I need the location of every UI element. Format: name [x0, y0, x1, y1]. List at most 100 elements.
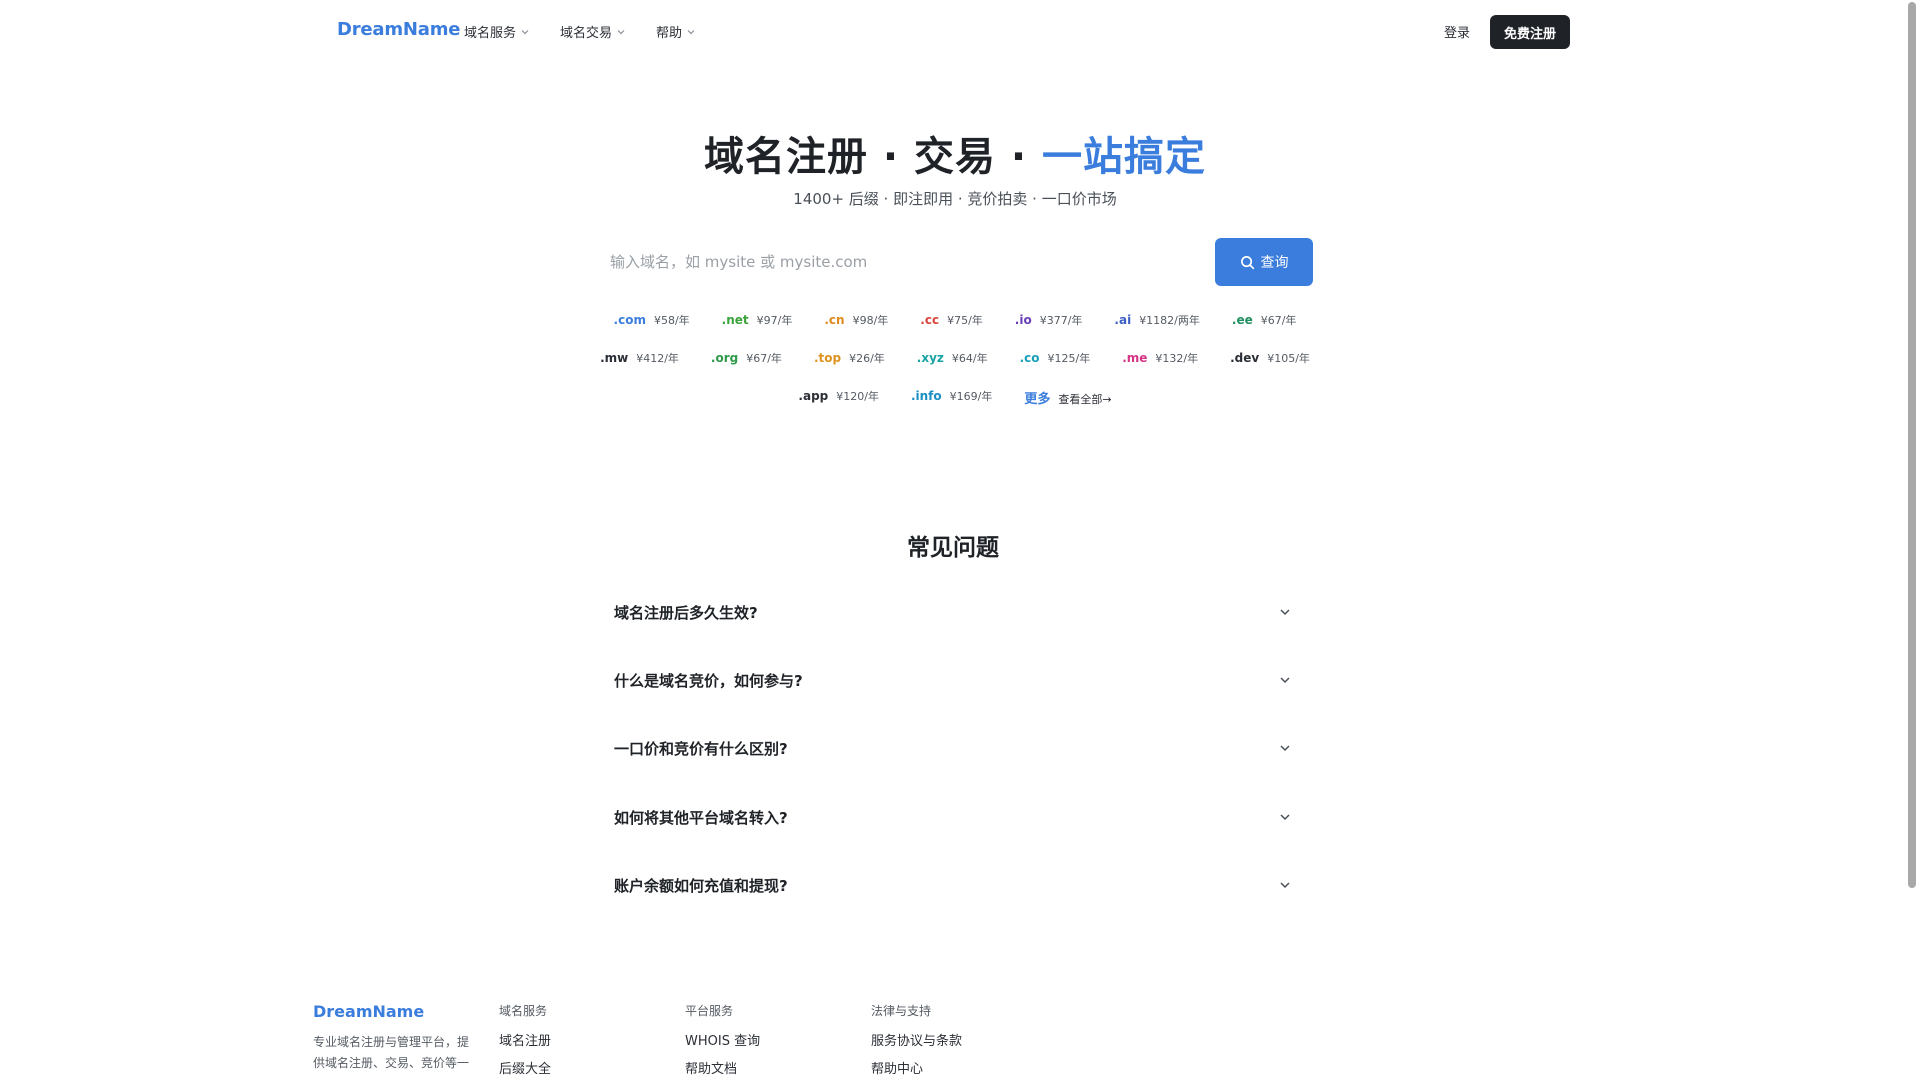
tld-price-item[interactable]: .co ¥125/年	[1020, 350, 1091, 366]
tld-price: ¥132/年	[1155, 352, 1199, 365]
faq-item[interactable]: 域名注册后多久生效?	[614, 592, 1294, 632]
nav-domain-trading[interactable]: 域名交易	[560, 22, 626, 41]
tld-price: ¥169/年	[949, 390, 993, 403]
tld-price-item[interactable]: .io ¥377/年	[1015, 312, 1083, 328]
tld-extension: .me	[1122, 351, 1148, 365]
hero-subtitle: 1400+ 后缀 · 即注即用 · 竞价拍卖 · 一口价市场	[793, 190, 1117, 208]
tld-extension: .app	[798, 389, 829, 403]
tld-price: ¥120/年	[836, 390, 879, 403]
chevron-down-icon	[1280, 882, 1290, 889]
faq-item[interactable]: 如何将其他平台域名转入?	[614, 797, 1294, 837]
search-icon	[1240, 255, 1254, 269]
footer-description: 专业域名注册与管理平台，提供域名注册、交易、竞价等一	[313, 1035, 470, 1070]
footer-link[interactable]: 帮助文档	[685, 1058, 760, 1077]
tld-price: ¥125/年	[1047, 352, 1091, 365]
tld-price-item[interactable]: .ee ¥67/年	[1232, 312, 1297, 328]
tld-extension: .ai	[1114, 313, 1132, 327]
search-button[interactable]: 查询	[1215, 238, 1313, 286]
tld-price: ¥98/年	[852, 314, 889, 327]
hero-title-accent: 一站搞定	[1042, 134, 1207, 180]
tld-extension: .co	[1019, 351, 1040, 365]
tld-extension: .xyz	[916, 351, 944, 365]
chevron-down-icon	[617, 29, 625, 34]
tld-price-row: .com ¥58/年 .net ¥97/年 .cn ¥98/年 .cc ¥75/年 .io ¥37…	[0, 312, 1910, 328]
footer-link[interactable]: 域名注册	[499, 1030, 551, 1049]
tld-price-item[interactable]: .org ¥67/年	[711, 350, 782, 366]
footer-column: 平台服务 WHOIS 查询 帮助文档	[685, 1002, 760, 1080]
faq-question: 域名注册后多久生效?	[614, 603, 758, 622]
tld-extension: .org	[710, 351, 739, 365]
chevron-down-icon	[1280, 677, 1290, 684]
tld-extension: .info	[910, 389, 942, 403]
tld-price: ¥67/年	[746, 352, 782, 365]
tld-price-item[interactable]: .info ¥169/年	[911, 388, 992, 407]
tld-extension: .ee	[1231, 313, 1253, 327]
tld-price-item[interactable]: .top ¥26/年	[814, 350, 885, 366]
main-nav: 域名服务 域名交易 帮助	[464, 22, 696, 41]
chevron-down-icon	[521, 29, 529, 34]
nav-domain-services[interactable]: 域名服务	[464, 22, 530, 41]
tld-price: ¥64/年	[951, 352, 988, 365]
more-label: 更多	[1024, 392, 1051, 407]
faq-item[interactable]: 账户余额如何充值和提现?	[614, 865, 1294, 905]
footer-link[interactable]: 后缀大全	[499, 1058, 551, 1077]
tld-price-item[interactable]: .app ¥120/年	[798, 388, 879, 407]
tld-extension: .dev	[1230, 351, 1260, 365]
chevron-down-icon	[687, 29, 695, 34]
view-all-label: 查看全部→	[1058, 393, 1112, 406]
footer-column-heading: 平台服务	[685, 1004, 734, 1018]
footer-link[interactable]: 帮助中心	[871, 1058, 962, 1077]
tld-extension: .io	[1014, 313, 1032, 327]
tld-price-item[interactable]: .net ¥97/年	[722, 312, 793, 328]
tld-price-item[interactable]: .dev ¥105/年	[1230, 350, 1310, 366]
tld-extension: .com	[613, 313, 646, 327]
tld-extension: .mw	[600, 351, 629, 365]
footer-logo[interactable]: DreamName	[313, 1002, 424, 1021]
hero-title: 域名注册 · 交易 · 一站搞定	[0, 124, 1910, 182]
faq-question: 如何将其他平台域名转入?	[614, 808, 788, 827]
tld-price-item[interactable]: .cc ¥75/年	[920, 312, 983, 328]
faq-item[interactable]: 什么是域名竞价，如何参与?	[614, 660, 1294, 700]
view-all-tlds-link[interactable]: 更多 查看全部→	[1024, 388, 1111, 407]
tld-extension: .cn	[824, 313, 845, 327]
footer-column: 法律与支持服务协议与条款 帮助中心	[871, 1002, 962, 1080]
top-navbar: DreamName 域名服务 域名交易 帮助 登录 免费注册	[0, 0, 1920, 64]
footer-link[interactable]: 服务协议与条款	[871, 1030, 962, 1049]
tld-price: ¥377/年	[1039, 314, 1083, 327]
nav-label: 域名服务	[464, 26, 517, 41]
tld-price-item[interactable]: .mw ¥412/年	[600, 350, 679, 366]
nav-help[interactable]: 帮助	[656, 22, 696, 41]
footer-column: 域名服务域名注册后缀大全	[499, 1002, 551, 1080]
nav-label: 帮助	[656, 26, 683, 41]
nav-label: 域名交易	[560, 26, 613, 41]
tld-price: ¥67/年	[1260, 314, 1297, 327]
footer-column-heading: 域名服务	[499, 1004, 548, 1018]
tld-extension: .net	[721, 313, 749, 327]
tld-price-row: .app ¥120/年 .info ¥169/年 更多 查看全部→	[0, 388, 1910, 407]
site-logo[interactable]: DreamName	[337, 19, 461, 40]
search-button-label: 查询	[1260, 255, 1289, 271]
tld-price-row: .mw ¥412/年 .org ¥67/年 .top ¥26/年 .xyz ¥64/年 .co ¥…	[0, 350, 1910, 366]
chevron-down-icon	[1280, 609, 1290, 616]
tld-price: ¥97/年	[756, 314, 793, 327]
chevron-down-icon	[1280, 814, 1290, 821]
faq-item[interactable]: 一口价和竞价有什么区别?	[614, 728, 1294, 768]
footer-column-heading: 法律与支持	[871, 1004, 932, 1018]
tld-price-item[interactable]: .cn ¥98/年	[824, 312, 888, 328]
tld-price-item[interactable]: .me ¥132/年	[1122, 350, 1198, 366]
faq-question: 一口价和竞价有什么区别?	[614, 739, 788, 758]
tld-price: ¥412/年	[636, 352, 679, 365]
scrollbar-thumb[interactable]	[1908, 2, 1916, 888]
domain-search-bar: 查询	[600, 238, 1313, 286]
domain-search-input[interactable]	[600, 238, 1214, 286]
tld-price: ¥26/年	[849, 352, 885, 365]
tld-price-item[interactable]: .ai ¥1182/两年	[1114, 312, 1199, 328]
faq-title: 常见问题	[907, 535, 999, 561]
footer-link[interactable]: WHOIS 查询	[685, 1030, 760, 1049]
free-register-button[interactable]: 免费注册	[1490, 15, 1570, 49]
tld-price: ¥1182/两年	[1139, 314, 1200, 327]
faq-question: 账户余额如何充值和提现?	[614, 876, 788, 895]
login-link[interactable]: 登录	[1444, 22, 1470, 41]
tld-price-item[interactable]: .com ¥58/年	[614, 312, 690, 328]
tld-price-item[interactable]: .xyz ¥64/年	[917, 350, 988, 366]
